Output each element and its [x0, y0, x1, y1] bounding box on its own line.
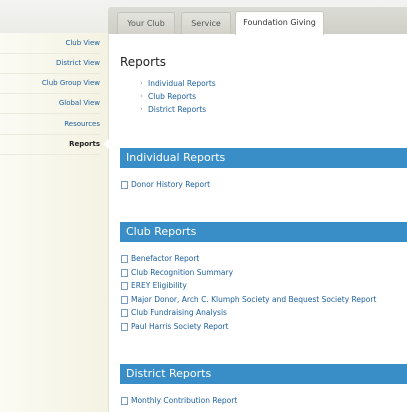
report-link[interactable]: Monthly Contribution Report	[131, 396, 237, 405]
report-link[interactable]: Club Recognition Summary	[131, 268, 233, 277]
page-title: Reports	[120, 55, 167, 69]
chevron-right-icon: ›	[140, 105, 143, 113]
report-link[interactable]: Benefactor Report	[131, 254, 199, 263]
chevron-right-icon: ›	[140, 79, 143, 87]
report-link[interactable]: Major Donor, Arch C. Klumph Society and …	[131, 295, 376, 304]
sidebar-item-reports[interactable]: Reports	[0, 134, 100, 155]
report-link[interactable]: EREY Eligibility	[131, 281, 187, 290]
tab-service[interactable]: Service	[181, 12, 231, 34]
document-icon	[121, 296, 128, 304]
document-icon	[121, 255, 128, 263]
sidebar-item-global-view[interactable]: Global View	[0, 93, 100, 114]
toc-link-club-reports[interactable]: Club Reports	[148, 92, 196, 101]
tab-your-club[interactable]: Your Club	[117, 12, 175, 34]
toc-link-district-reports[interactable]: District Reports	[148, 105, 206, 114]
current-page-pointer	[103, 139, 109, 149]
sidebar-item-resources[interactable]: Resources	[0, 114, 100, 135]
document-icon	[121, 397, 128, 405]
document-icon	[121, 282, 128, 290]
report-link[interactable]: Donor History Report	[131, 180, 210, 189]
sidebar-item-club-view[interactable]: Club View	[0, 33, 100, 54]
document-icon	[121, 181, 128, 189]
report-link[interactable]: Club Fundraising Analysis	[131, 308, 227, 317]
toc-link-individual-reports[interactable]: Individual Reports	[148, 79, 216, 88]
section-heading-individual-reports: Individual Reports	[120, 148, 407, 168]
section-heading-club-reports: Club Reports	[120, 222, 407, 242]
document-icon	[121, 309, 128, 317]
document-icon	[121, 269, 128, 277]
chevron-right-icon: ›	[140, 92, 143, 100]
report-link[interactable]: Paul Harris Society Report	[131, 322, 228, 331]
document-icon	[121, 323, 128, 331]
section-heading-district-reports: District Reports	[120, 364, 407, 384]
sidebar-item-club-group-view[interactable]: Club Group View	[0, 73, 100, 94]
tab-foundation-giving[interactable]: Foundation Giving	[235, 11, 324, 35]
sidebar-item-district-view[interactable]: District View	[0, 53, 100, 74]
